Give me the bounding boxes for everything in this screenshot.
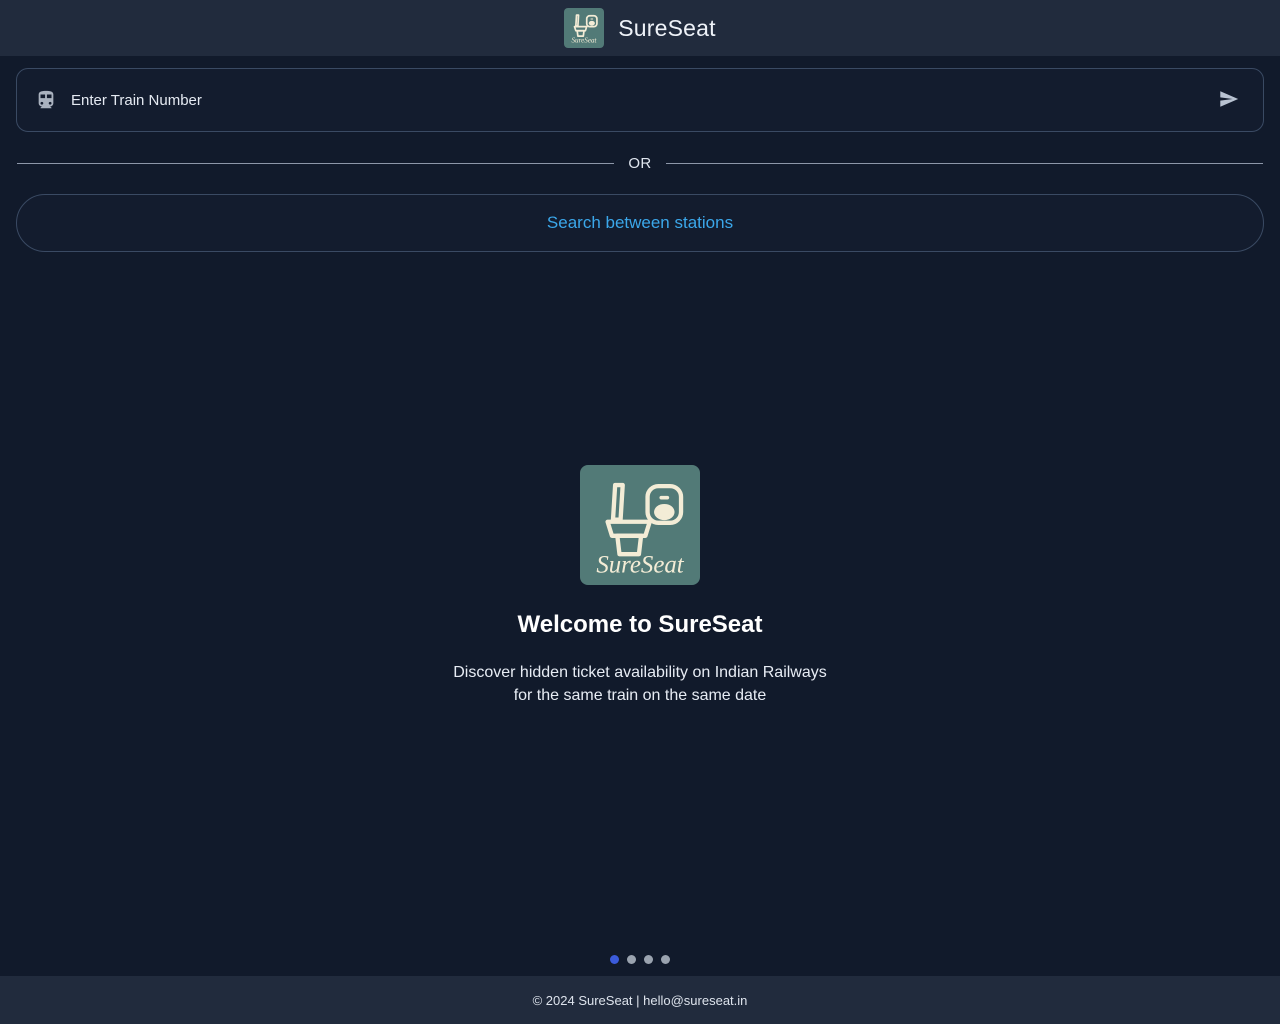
carousel-dot-2[interactable] [627,955,636,964]
carousel-dots [0,955,1280,964]
carousel-dot-4[interactable] [661,955,670,964]
app-footer: © 2024 SureSeat | hello@sureseat.in [0,976,1280,1024]
welcome-hero: SureSeat Welcome to SureSeat Discover hi… [16,252,1264,976]
send-icon [1218,88,1240,113]
welcome-title: Welcome to SureSeat [517,611,763,638]
or-label: OR [628,155,652,172]
main-content: OR Search between stations SureSeat Welc… [0,56,1280,976]
svg-text:SureSeat: SureSeat [572,36,598,44]
app-header: SureSeat SureSeat [0,0,1280,56]
sureseat-toilet-logo-icon-large: SureSeat [580,465,700,585]
welcome-subtitle-line-1: Discover hidden ticket availability on I… [453,664,827,681]
search-between-stations-button[interactable]: Search between stations [16,194,1264,252]
carousel-dot-1[interactable] [610,955,619,964]
train-icon [35,89,57,111]
train-number-input[interactable] [71,69,1209,131]
or-divider: OR [16,155,1264,172]
train-number-search-bar[interactable] [16,68,1264,132]
sureseat-toilet-logo-icon: SureSeat [564,8,605,48]
app-title: SureSeat [618,14,716,41]
submit-search-button[interactable] [1209,80,1249,120]
logo-wordmark: SureSeat [596,552,684,579]
divider-line-left [17,163,615,164]
carousel-dot-3[interactable] [644,955,653,964]
footer-copyright: © 2024 SureSeat | hello@sureseat.in [532,992,748,1008]
welcome-subtitle-line-2: for the same train on the same date [513,687,767,704]
welcome-subtitle: Discover hidden ticket availability on I… [453,661,827,707]
divider-line-right [665,163,1263,164]
